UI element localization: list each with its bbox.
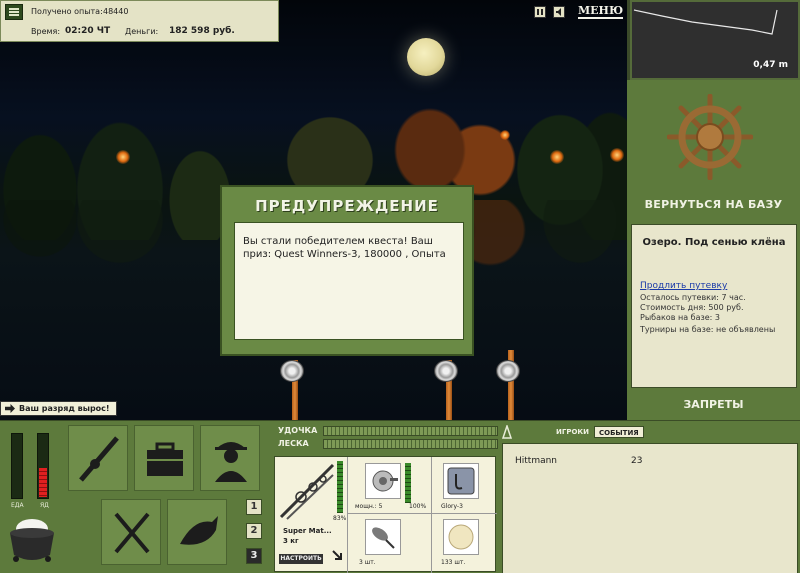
- location-panel: ВЕРНУТЬСЯ НА БАЗУ Озеро. Под сенью клёна…: [627, 80, 800, 420]
- day-cost: Стоимость дня: 500 руб.: [640, 303, 744, 312]
- rod-condition-bar: [337, 461, 343, 513]
- reel-icon[interactable]: [280, 360, 304, 382]
- rod-bar: [323, 426, 498, 436]
- slot-button-1[interactable]: 1: [246, 499, 262, 515]
- rod-name: Super Mat...: [283, 527, 332, 535]
- line-label: ЛЕСКА: [278, 439, 309, 448]
- bait-icon: [448, 524, 474, 550]
- menu-button[interactable]: МЕНЮ: [578, 4, 624, 19]
- divider: [347, 513, 497, 514]
- fish-tile[interactable]: [167, 499, 227, 565]
- hook-slot[interactable]: [443, 463, 479, 499]
- moon: [407, 38, 445, 76]
- gear-panel: 83% Super Mat... 3 кг НАСТРОИТЬ мощн.: 5…: [274, 456, 497, 573]
- reel-condition-bar: [405, 463, 411, 503]
- rod-tile[interactable]: [68, 425, 128, 491]
- bait-slot[interactable]: [443, 519, 479, 555]
- notes-icon[interactable]: [5, 4, 23, 20]
- fisherman-icon: [215, 442, 247, 482]
- money-value: 182 598 руб.: [169, 26, 235, 36]
- dialog-message: Вы стали победителем квеста! Ваш приз: Q…: [234, 222, 464, 340]
- pause-icon[interactable]: [534, 6, 546, 18]
- lake-info-box: Озеро. Под сенью клёна Продлить путевку …: [631, 224, 797, 388]
- reel-icon[interactable]: [496, 360, 520, 382]
- tournaments-info: Турниры на базе: не объявлены: [640, 325, 776, 334]
- food-meter: [11, 433, 23, 499]
- collapse-icon[interactable]: [502, 425, 512, 439]
- campfire: [500, 130, 510, 140]
- campfire: [550, 150, 564, 164]
- reel-icon[interactable]: [434, 360, 458, 382]
- divider: [431, 457, 432, 573]
- exp-label: Получено опыта:: [31, 7, 103, 16]
- rod-percent: 83%: [333, 515, 347, 522]
- lure-slot[interactable]: [365, 519, 401, 555]
- players-tabs: ИГРОКИ СОБЫТИЯ: [500, 421, 800, 443]
- lure-icon: [372, 527, 395, 549]
- kitchen-tile[interactable]: [101, 499, 161, 565]
- fish-icon: [180, 516, 218, 545]
- arrow-right-icon: [5, 404, 15, 413]
- players-panel: ИГРОКИ СОБЫТИЯ Hittmann 23: [500, 421, 800, 573]
- player-name[interactable]: Hittmann: [515, 456, 557, 466]
- warning-dialog: ПРЕДУПРЕЖДЕНИЕ Вы стали победителем квес…: [220, 185, 474, 356]
- depth-minimap[interactable]: 0,47 m: [630, 0, 800, 80]
- lake-name: Озеро. Под сенью клёна: [642, 237, 786, 248]
- sound-icon[interactable]: [553, 6, 565, 18]
- poison-meter: [37, 433, 49, 499]
- bottom-bar: ЕДА ЯД 1 2 3 УДОЧКА ЛЕСКА 83% Super Mat.…: [0, 420, 800, 573]
- players-list: Hittmann 23: [502, 443, 798, 573]
- campfire: [116, 150, 130, 164]
- line-bar: [323, 439, 498, 449]
- rank-notice-text: Ваш разряд вырос!: [19, 404, 110, 413]
- knife-fork-icon: [114, 512, 150, 554]
- time-label: Время:: [31, 27, 61, 36]
- divider: [347, 457, 348, 573]
- return-to-base-button[interactable]: ВЕРНУТЬСЯ НА БАЗУ: [627, 198, 800, 211]
- bans-button[interactable]: ЗАПРЕТЫ: [627, 398, 800, 411]
- tackle-box-icon: [147, 442, 183, 476]
- player-value: 23: [631, 456, 643, 466]
- fishers-count: Рыбаков на базе: 3: [640, 313, 720, 322]
- reel-slot[interactable]: [365, 463, 401, 499]
- tab-events[interactable]: СОБЫТИЯ: [594, 426, 644, 438]
- cooking-pot-icon[interactable]: [6, 515, 58, 565]
- campfire: [610, 148, 624, 162]
- player-info-panel: Получено опыта: 48440 Время: 02:20 ЧТ Де…: [0, 0, 279, 42]
- spinning-reel-icon: [372, 470, 398, 492]
- rank-notice[interactable]: Ваш разряд вырос!: [0, 401, 117, 416]
- reel-percent: 100%: [409, 503, 427, 510]
- fisherman-tile[interactable]: [200, 425, 260, 491]
- hook-name: Glory-3: [441, 503, 463, 510]
- food-label: ЕДА: [11, 502, 24, 509]
- permit-remaining: Осталось путевки: 7 час.: [640, 293, 746, 302]
- dialog-title: ПРЕДУПРЕЖДЕНИЕ: [255, 197, 439, 215]
- rod-weight: 3 кг: [283, 537, 299, 545]
- bait-count: 133 шт.: [441, 559, 466, 566]
- tab-players[interactable]: ИГРОКИ: [552, 426, 593, 438]
- reel-power: мощн.: 5: [355, 503, 383, 510]
- ship-wheel-icon[interactable]: [667, 94, 753, 180]
- hook-pack-icon: [447, 467, 475, 495]
- arrow-down-right-icon[interactable]: [331, 549, 343, 561]
- exp-value: 48440: [103, 7, 129, 16]
- poison-meter-fill: [39, 468, 47, 497]
- poison-label: ЯД: [40, 502, 49, 509]
- rod-icon: [79, 436, 119, 482]
- extend-permit-link[interactable]: Продлить путевку: [640, 281, 727, 291]
- setup-button[interactable]: НАСТРОИТЬ: [279, 554, 323, 564]
- tackle-box-tile[interactable]: [134, 425, 194, 491]
- slot-button-3[interactable]: 3: [246, 548, 262, 564]
- slot-button-2[interactable]: 2: [246, 523, 262, 539]
- time-value: 02:20 ЧТ: [65, 26, 111, 36]
- rod-label: УДОЧКА: [278, 426, 318, 435]
- depth-value: 0,47 m: [753, 60, 788, 70]
- lure-count: 3 шт.: [359, 559, 376, 566]
- money-label: Деньги:: [125, 27, 159, 36]
- rod-reel-icon[interactable]: [279, 461, 335, 521]
